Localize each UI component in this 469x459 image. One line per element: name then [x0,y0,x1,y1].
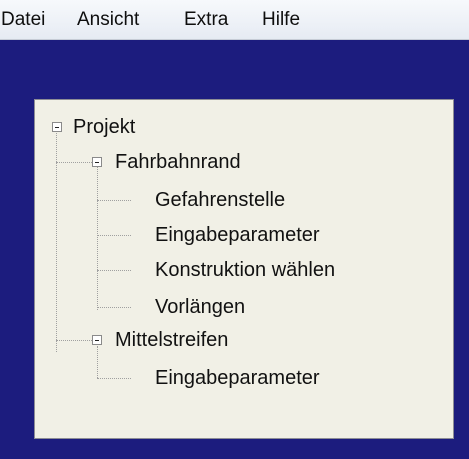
tree-connector-mittelstreifen-children [97,346,98,378]
tree-connector-fahrbahnrand [56,162,94,163]
project-tree[interactable]: Projekt Fahrbahnrand Gefahrenstelle Eing… [34,99,454,439]
tree-connector [97,378,131,379]
tree-connector [97,270,131,271]
tree-node-vorlaengen[interactable]: Vorlängen [155,295,245,319]
tree-node-gefahrenstelle[interactable]: Gefahrenstelle [155,188,285,212]
menu-ansicht[interactable]: Ansicht [77,9,139,31]
tree-connector-root [56,127,57,352]
menu-bar: Datei Ansicht Extra Hilfe [0,0,469,40]
menu-extra[interactable]: Extra [184,9,228,31]
tree-connector [97,307,131,308]
collapse-fahrbahnrand-icon[interactable] [92,157,102,167]
tree-node-fahrbahnrand[interactable]: Fahrbahnrand [115,150,241,174]
tree-node-eingabeparameter[interactable]: Eingabeparameter [155,223,320,247]
tree-node-projekt[interactable]: Projekt [73,115,135,139]
tree-node-mittelstreifen[interactable]: Mittelstreifen [115,328,228,352]
tree-node-eingabeparameter[interactable]: Eingabeparameter [155,366,320,390]
tree-connector-mittelstreifen [56,340,94,341]
tree-connector [97,200,131,201]
tree-connector-fahrbahnrand-children [97,167,98,310]
menu-datei[interactable]: Datei [1,9,45,31]
collapse-projekt-icon[interactable] [52,122,62,132]
collapse-mittelstreifen-icon[interactable] [92,335,102,345]
tree-node-konstruktion-waehlen[interactable]: Konstruktion wählen [155,258,335,282]
tree-connector [97,235,131,236]
menu-hilfe[interactable]: Hilfe [262,9,300,31]
